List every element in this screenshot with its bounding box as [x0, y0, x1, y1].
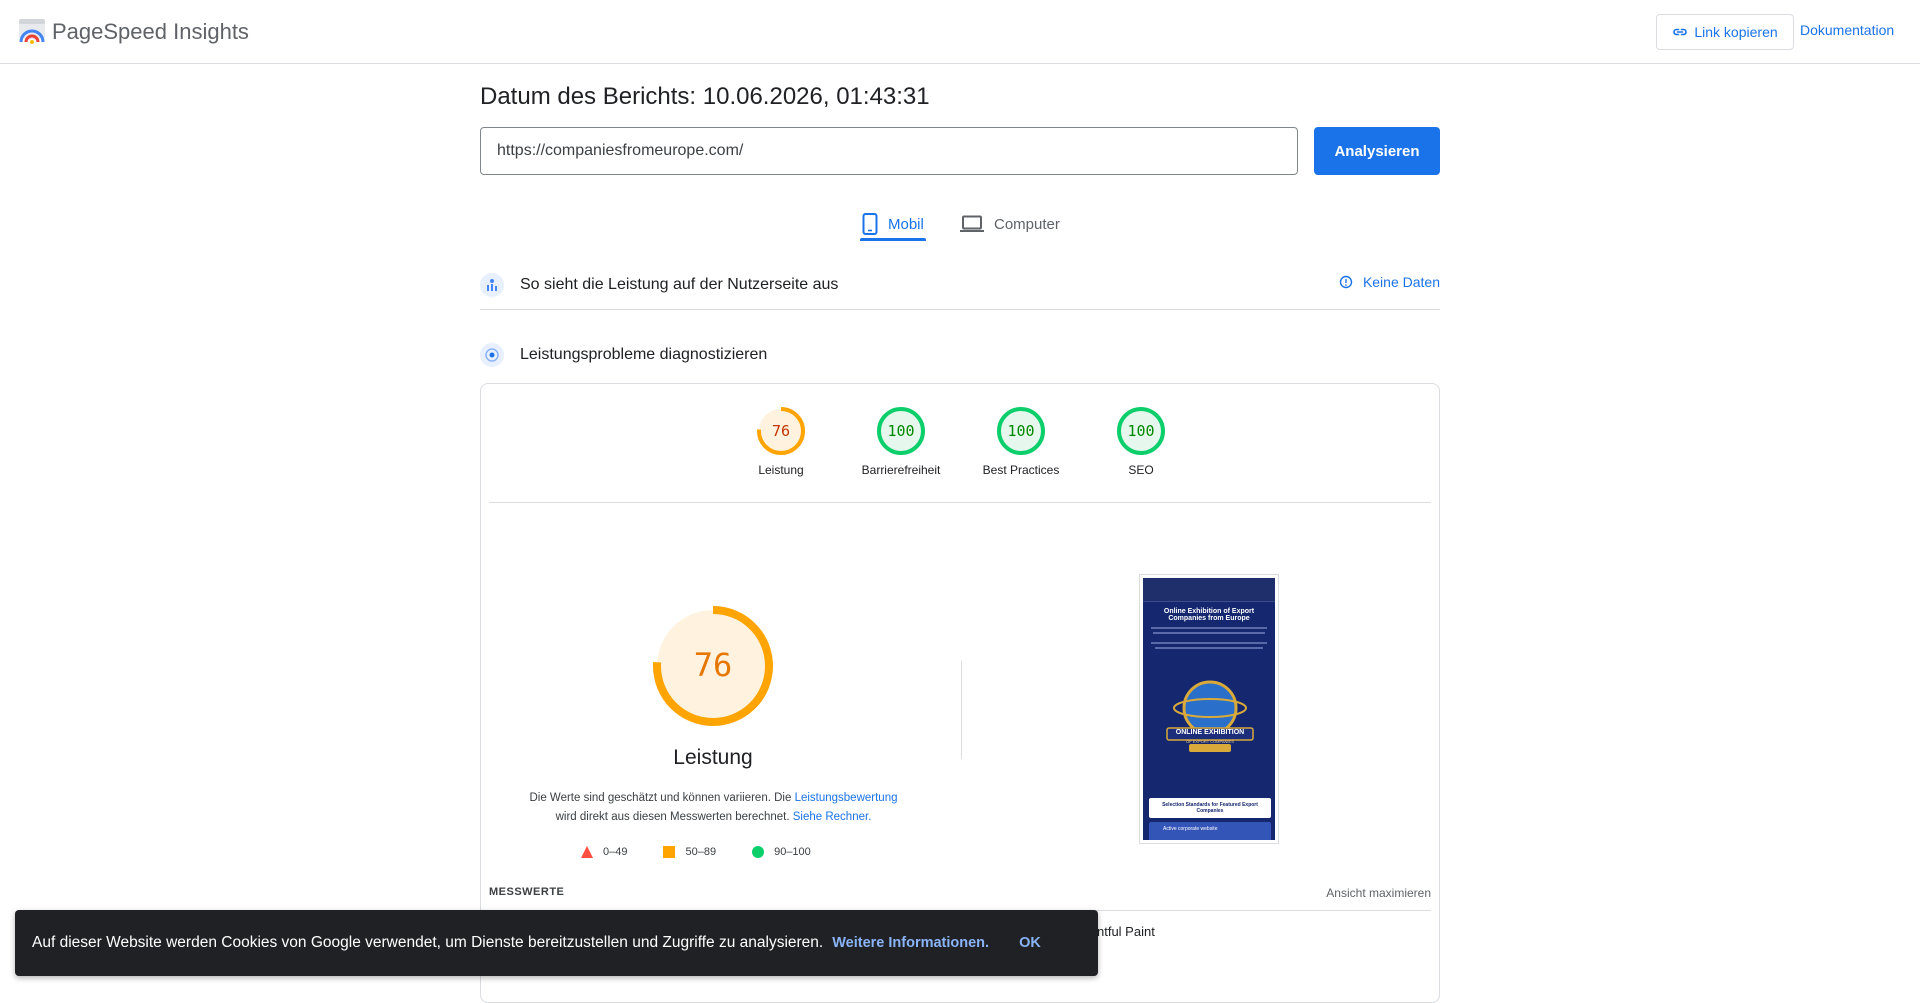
- diagnose-icon: [480, 343, 504, 367]
- emblem-title: ONLINE EXHIBITION: [1175, 729, 1245, 736]
- lab-data-title: Leistungsprobleme diagnostizieren: [520, 346, 768, 363]
- gauge-label: Barrierefreiheit: [861, 463, 941, 477]
- gauge-ring: 100: [997, 407, 1045, 455]
- lab-data-section: Leistungsprobleme diagnostizieren: [480, 335, 1440, 375]
- report-date: Datum des Berichts: 10.06.2026, 01:43:31: [480, 83, 930, 110]
- laptop-icon: [960, 215, 984, 232]
- screenshot-header: [1143, 578, 1275, 602]
- triangle-icon: [581, 846, 593, 858]
- legend-range: 90–100: [774, 846, 811, 858]
- scoring-link[interactable]: Leistungsbewertung: [795, 792, 898, 804]
- analyze-button[interactable]: Analysieren: [1314, 127, 1440, 175]
- screenshot-item: Active corporate website: [1149, 822, 1271, 840]
- svg-text:100: 100: [887, 422, 914, 440]
- screenshot-card: Selection Standards for Featured Export …: [1149, 798, 1271, 818]
- svg-text:100: 100: [1007, 422, 1034, 440]
- gauge-label: Best Practices: [982, 463, 1060, 477]
- cookie-text: Auf dieser Website werden Cookies von Go…: [32, 934, 824, 951]
- score-gauges: 76 Leistung 100 Barrierefreiheit 100 Bes…: [481, 406, 1439, 486]
- square-icon: [663, 846, 676, 858]
- performance-gauge-large: 76: [653, 606, 773, 726]
- performance-score: 76: [694, 646, 733, 684]
- exhibition-emblem: ONLINE EXHIBITION OF EXPORT COMPANIES: [1161, 678, 1259, 758]
- gauge-seo[interactable]: 100 SEO: [1091, 406, 1191, 477]
- active-tab-indicator: [860, 238, 926, 241]
- svg-text:100: 100: [1127, 422, 1154, 440]
- divider: [489, 502, 1431, 503]
- legend-item-good: 90–100: [752, 846, 811, 858]
- gauge-ring: 100: [877, 407, 925, 455]
- cookie-banner: Auf dieser Website werden Cookies von Go…: [15, 910, 1098, 976]
- info-icon: [1339, 275, 1353, 289]
- tab-mobile-label: Mobil: [888, 215, 924, 233]
- users-chart-icon: [480, 272, 504, 297]
- score-legend: 0–49 50–89 90–100: [581, 846, 811, 858]
- vertical-divider: [961, 661, 962, 759]
- top-bar: PageSpeed Insights Link kopieren Dokumen…: [0, 0, 1920, 64]
- tab-desktop[interactable]: Computer: [960, 206, 1060, 242]
- svg-text:76: 76: [772, 422, 790, 440]
- performance-description: Die Werte sind geschätzt und können vari…: [511, 789, 916, 827]
- phone-icon: [862, 213, 878, 235]
- gauge-ring: 100: [1117, 407, 1165, 455]
- gauge-accessibility[interactable]: 100 Barrierefreiheit: [851, 406, 951, 477]
- copy-link-button[interactable]: Link kopieren: [1656, 14, 1794, 50]
- cookie-more-info-link[interactable]: Weitere Informationen.: [832, 935, 989, 951]
- circle-icon: [752, 846, 765, 858]
- screenshot-content: Online Exhibition of Export Companies fr…: [1143, 578, 1275, 840]
- documentation-link[interactable]: Dokumentation: [1800, 22, 1894, 38]
- calculator-link[interactable]: Siehe Rechner.: [793, 811, 872, 823]
- legend-range: 0–49: [603, 846, 628, 858]
- gauge-label: Leistung: [758, 463, 804, 477]
- gauge-best-practices[interactable]: 100 Best Practices: [971, 406, 1071, 477]
- emblem-subtitle: OF EXPORT COMPANIES: [1186, 739, 1234, 744]
- page-screenshot: Online Exhibition of Export Companies fr…: [1139, 574, 1279, 844]
- tab-desktop-label: Computer: [994, 215, 1060, 233]
- gauge-label: SEO: [1128, 463, 1154, 477]
- app-title: PageSpeed Insights: [52, 19, 249, 44]
- link-icon: [1673, 28, 1688, 36]
- copy-link-label: Link kopieren: [1694, 24, 1778, 40]
- gauge-performance[interactable]: 76 Leistung: [731, 406, 831, 477]
- desc-text-2: wird direkt aus diesen Messwerten berech…: [555, 811, 790, 823]
- legend-item-poor: 0–49: [581, 846, 627, 858]
- url-input[interactable]: [480, 127, 1298, 175]
- desc-text-1: Die Werte sind geschätzt und können vari…: [529, 792, 795, 804]
- field-data-title: So sieht die Leistung auf der Nutzerseit…: [520, 275, 839, 293]
- field-data-section: So sieht die Leistung auf der Nutzerseit…: [480, 260, 1440, 310]
- legend-range: 50–89: [685, 846, 717, 858]
- expand-view-toggle[interactable]: Ansicht maximieren: [1326, 886, 1431, 900]
- legend-item-average: 50–89: [663, 846, 716, 858]
- gauge-ring: 76: [757, 407, 805, 455]
- performance-label: Leistung: [673, 746, 753, 769]
- metric-title: ntful Paint: [1097, 924, 1155, 939]
- screenshot-heading: Online Exhibition of Export Companies fr…: [1163, 608, 1255, 622]
- tab-mobile[interactable]: Mobil: [862, 206, 924, 242]
- no-data-label: Keine Daten: [1362, 274, 1440, 290]
- no-data-link[interactable]: Keine Daten: [1339, 274, 1440, 290]
- cookie-ok-button[interactable]: OK: [1019, 935, 1041, 951]
- metrics-heading: MESSWERTE: [489, 886, 565, 898]
- pagespeed-logo-icon: [19, 19, 45, 44]
